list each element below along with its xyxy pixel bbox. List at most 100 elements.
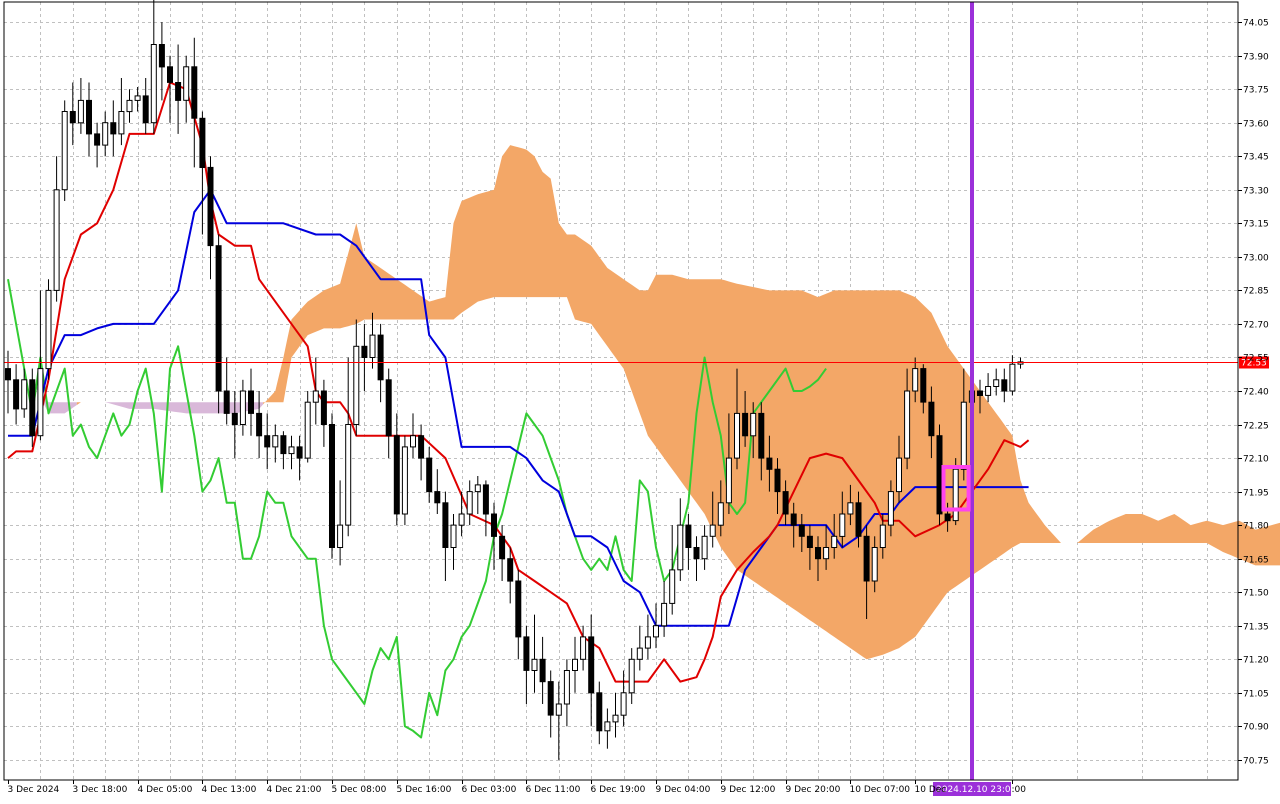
candle[interactable] xyxy=(1009,355,1016,396)
candle[interactable] xyxy=(450,514,457,570)
candle[interactable] xyxy=(264,413,271,470)
candle[interactable] xyxy=(426,446,433,503)
candle[interactable] xyxy=(207,156,214,280)
candle[interactable] xyxy=(61,100,68,201)
candle[interactable] xyxy=(474,476,481,514)
candle-body-bull xyxy=(572,658,578,671)
candle[interactable] xyxy=(410,413,416,459)
candle[interactable] xyxy=(369,312,376,369)
candle[interactable] xyxy=(280,431,287,470)
candle[interactable] xyxy=(215,234,222,414)
candle-body-bear xyxy=(5,368,11,381)
candle[interactable] xyxy=(636,625,643,671)
candle-body-bear xyxy=(758,412,765,459)
candle[interactable] xyxy=(118,78,125,146)
candle-body-bull xyxy=(620,692,627,716)
candle[interactable] xyxy=(588,614,595,727)
candle[interactable] xyxy=(288,435,295,470)
candle[interactable] xyxy=(661,581,668,637)
candle[interactable] xyxy=(158,22,165,101)
candle[interactable] xyxy=(596,681,603,745)
candle[interactable] xyxy=(45,279,52,380)
candle[interactable] xyxy=(693,536,700,581)
candle[interactable] xyxy=(677,498,684,581)
candle[interactable] xyxy=(393,413,400,526)
candle-body-bear xyxy=(296,446,303,459)
x-tick-label: 3 Dec 18:00 xyxy=(73,785,128,795)
candle[interactable] xyxy=(337,480,344,566)
candle[interactable] xyxy=(936,424,943,526)
candle[interactable] xyxy=(175,44,182,134)
candle-body-bull xyxy=(563,670,570,705)
candle[interactable] xyxy=(604,708,611,749)
candle[interactable] xyxy=(134,87,141,112)
candle[interactable] xyxy=(563,659,570,727)
candle-body-bull xyxy=(531,658,538,671)
y-tick-label: 72.55 xyxy=(1243,354,1269,364)
candle[interactable] xyxy=(612,692,619,738)
candle[interactable] xyxy=(150,0,157,134)
candle[interactable] xyxy=(353,319,360,436)
candle[interactable] xyxy=(572,636,578,693)
candle-body-bull xyxy=(580,636,587,660)
candle[interactable] xyxy=(628,648,635,704)
candle[interactable] xyxy=(685,514,692,570)
candle[interactable] xyxy=(547,670,554,738)
candle[interactable] xyxy=(669,525,676,615)
candle[interactable] xyxy=(377,323,384,403)
candle[interactable] xyxy=(29,368,36,447)
candle[interactable] xyxy=(183,55,190,123)
candle[interactable] xyxy=(985,373,992,403)
candle[interactable] xyxy=(5,350,11,414)
candle[interactable] xyxy=(1001,368,1008,403)
candle[interactable] xyxy=(466,480,473,526)
candle-body-bear xyxy=(264,435,271,448)
candle[interactable] xyxy=(239,379,246,436)
candle[interactable] xyxy=(653,603,659,649)
candle[interactable] xyxy=(312,357,319,425)
candle[interactable] xyxy=(94,122,101,168)
candle[interactable] xyxy=(199,111,206,235)
candle-body-bull xyxy=(734,412,740,459)
candle[interactable] xyxy=(110,100,117,157)
y-tick-label: 72.40 xyxy=(1243,388,1269,398)
candle[interactable] xyxy=(401,435,408,526)
candle[interactable] xyxy=(86,82,92,157)
candle[interactable] xyxy=(515,569,522,660)
candle[interactable] xyxy=(442,491,449,581)
candle[interactable] xyxy=(53,156,60,302)
candle[interactable] xyxy=(304,391,311,463)
plot-frame xyxy=(3,1,1239,781)
candle[interactable] xyxy=(434,469,441,514)
candle[interactable] xyxy=(142,78,149,134)
candle[interactable] xyxy=(361,323,368,391)
candle[interactable] xyxy=(482,480,489,537)
x-tick-label: 9 Dec 04:00 xyxy=(656,785,711,795)
candle-body-bull xyxy=(669,569,676,604)
candle[interactable] xyxy=(231,391,238,459)
ichimoku-chart[interactable]: 72.532024.12.10 23:00 74.0573.9073.7573.… xyxy=(0,0,1280,800)
candle-body-bear xyxy=(742,412,749,437)
candle[interactable] xyxy=(329,413,335,559)
candle[interactable] xyxy=(126,89,133,123)
candle[interactable] xyxy=(701,525,708,570)
candle[interactable] xyxy=(320,379,327,447)
candle[interactable] xyxy=(102,111,109,157)
candle[interactable] xyxy=(418,424,425,481)
candle[interactable] xyxy=(223,357,230,425)
candle[interactable] xyxy=(644,614,651,660)
candle[interactable] xyxy=(77,78,84,134)
candle[interactable] xyxy=(272,424,279,463)
candle[interactable] xyxy=(1017,357,1024,369)
candle[interactable] xyxy=(507,547,514,604)
candle[interactable] xyxy=(256,391,263,459)
candle[interactable] xyxy=(385,368,392,459)
candle[interactable] xyxy=(523,625,530,704)
candle[interactable] xyxy=(296,435,303,481)
candle-body-bear xyxy=(863,535,870,582)
candle[interactable] xyxy=(191,37,198,168)
candle[interactable] xyxy=(345,357,352,537)
candle[interactable] xyxy=(69,82,76,146)
candle[interactable] xyxy=(620,670,627,727)
candle[interactable] xyxy=(13,364,20,425)
